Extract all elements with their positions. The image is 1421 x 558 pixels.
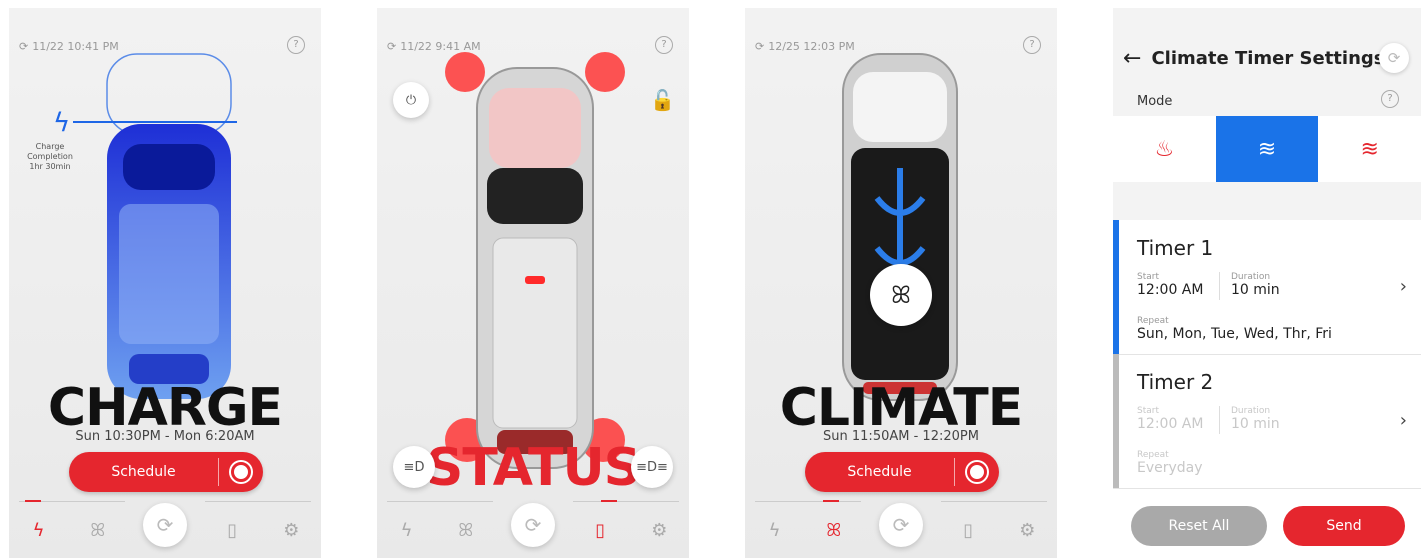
refresh-small-icon: ⟳ xyxy=(387,40,397,53)
timer-row[interactable]: Timer 2 Start 12:00 AM Duration 10 min R… xyxy=(1113,354,1421,489)
schedule-label: Schedule xyxy=(847,464,912,480)
car-tab-icon[interactable]: ▯ xyxy=(218,516,246,544)
charge-note-line1: Charge xyxy=(35,142,65,151)
repeat-label: Repeat xyxy=(1137,316,1169,326)
bolt-outline-icon: ϟ xyxy=(53,108,71,138)
help-icon[interactable]: ? xyxy=(1023,36,1041,54)
timer-row[interactable]: Timer 1 Start 12:00 AM Duration 10 min R… xyxy=(1113,220,1421,355)
charge-screen: ⟳ 11/22 10:41 PM ? ϟ Charge Completion 1h… xyxy=(9,8,321,558)
schedule-time: Sun 10:30PM - Mon 6:20AM xyxy=(75,429,255,444)
divider xyxy=(1219,406,1220,434)
header: ← Climate Timer Settings xyxy=(1123,46,1385,71)
climate-timer-settings-screen: ← Climate Timer Settings ⟳ Mode ? ♨ ≋ ≋ … xyxy=(1113,8,1421,558)
charge-tab-icon[interactable]: ϟ xyxy=(393,516,421,544)
chevron-right-icon[interactable]: › xyxy=(1400,410,1407,431)
divider xyxy=(1219,272,1220,300)
headlight-button[interactable]: ≡D xyxy=(393,446,435,488)
gear-icon[interactable]: ⚙ xyxy=(1013,516,1041,544)
mode-label: Mode xyxy=(1137,94,1173,109)
gear-icon[interactable]: ⚙ xyxy=(645,516,673,544)
schedule-toggle[interactable] xyxy=(955,462,999,482)
refresh-button[interactable]: ⟳ xyxy=(142,503,187,547)
car-climate-illustration xyxy=(842,53,958,401)
hazard-light-button[interactable]: ≡D≡ xyxy=(631,446,673,488)
page-title: Climate Timer Settings xyxy=(1151,48,1385,69)
charge-line xyxy=(73,121,237,123)
mode-selector: ♨ ≋ ≋ xyxy=(1113,116,1421,182)
schedule-button[interactable]: Schedule xyxy=(69,452,263,492)
fan-tab-icon[interactable]: ꕤ xyxy=(820,516,848,544)
cool-mode-icon[interactable]: ≋ xyxy=(1215,116,1319,182)
bottom-tab-bar: ϟ ꕤ ⟳ ▯ ⚙ xyxy=(9,502,321,558)
chevron-right-icon[interactable]: › xyxy=(1400,276,1407,297)
refresh-button[interactable]: ⟳ xyxy=(510,503,555,547)
schedule-label: Schedule xyxy=(111,464,176,480)
status-screen: ⟳ 11/22 9:41 AM ? ⏻ 🔓 STATUS ≡D ≡D≡ ϟ ꕤ ⟳… xyxy=(377,8,689,558)
repeat-value: Sun, Mon, Tue, Wed, Thr, Fri xyxy=(1137,326,1332,342)
back-arrow-icon[interactable]: ← xyxy=(1123,46,1141,71)
defrost-mode-icon[interactable]: ♨ xyxy=(1113,116,1216,182)
schedule-time: Sun 11:50AM - 12:20PM xyxy=(823,429,979,444)
power-button[interactable]: ⏻ xyxy=(393,82,429,118)
car-status-illustration xyxy=(445,52,625,469)
bottom-tab-bar: ϟ ꕤ ⟳ ▯ ⚙ xyxy=(377,502,689,558)
timer-inactive-bar xyxy=(1113,354,1119,488)
refresh-button[interactable]: ⟳ xyxy=(878,503,923,547)
timer-name: Timer 1 xyxy=(1137,236,1214,260)
car-tab-icon[interactable]: ▯ xyxy=(954,516,982,544)
heat-mode-icon[interactable]: ≋ xyxy=(1318,116,1421,182)
duration-label: Duration xyxy=(1231,406,1271,416)
start-label: Start xyxy=(1137,406,1159,416)
help-icon[interactable]: ? xyxy=(287,36,305,54)
bottom-tab-bar: ϟ ꕤ ⟳ ▯ ⚙ xyxy=(745,502,1057,558)
car-tab-icon[interactable]: ▯ xyxy=(586,516,614,544)
duration-value: 10 min xyxy=(1231,282,1280,298)
schedule-button[interactable]: Schedule xyxy=(805,452,999,492)
start-label: Start xyxy=(1137,272,1159,282)
fan-button[interactable]: ꕤ xyxy=(870,264,932,326)
refresh-button[interactable]: ⟳ xyxy=(1379,43,1409,73)
timer-name: Timer 2 xyxy=(1137,370,1214,394)
send-button[interactable]: Send xyxy=(1283,506,1405,546)
fan-tab-icon[interactable]: ꕤ xyxy=(84,516,112,544)
charge-note-line3: 1hr 30min xyxy=(29,162,71,171)
repeat-value: Everyday xyxy=(1137,460,1203,476)
timer-active-bar xyxy=(1113,220,1119,354)
refresh-small-icon: ⟳ xyxy=(19,40,29,53)
refresh-small-icon: ⟳ xyxy=(755,40,765,53)
gear-icon[interactable]: ⚙ xyxy=(277,516,305,544)
duration-label: Duration xyxy=(1231,272,1271,282)
climate-screen: ⟳ 12/25 12:03 PM ? ꕤ CLIMATE Sun 11:50AM … xyxy=(745,8,1057,558)
start-value: 12:00 AM xyxy=(1137,282,1204,298)
charge-tab-icon[interactable]: ϟ xyxy=(25,516,53,544)
repeat-label: Repeat xyxy=(1137,450,1169,460)
help-icon[interactable]: ? xyxy=(655,36,673,54)
fan-tab-icon[interactable]: ꕤ xyxy=(452,516,480,544)
start-value: 12:00 AM xyxy=(1137,416,1204,432)
duration-value: 10 min xyxy=(1231,416,1280,432)
help-icon[interactable]: ? xyxy=(1381,90,1399,108)
schedule-toggle[interactable] xyxy=(219,462,263,482)
car-lock-icon[interactable]: 🔓 xyxy=(650,88,675,112)
charge-completion-note: Charge Completion 1hr 30min xyxy=(25,142,75,172)
charge-note-line2: Completion xyxy=(27,152,73,161)
car-charge-illustration xyxy=(106,53,232,399)
reset-all-button[interactable]: Reset All xyxy=(1131,506,1267,546)
charge-tab-icon[interactable]: ϟ xyxy=(761,516,789,544)
